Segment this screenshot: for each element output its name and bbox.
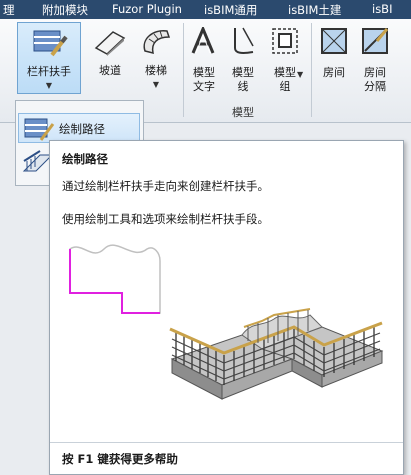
room-icon — [320, 27, 348, 58]
model-group-label-2: 组 — [279, 80, 291, 93]
model-text-button[interactable]: 模型 文字 — [186, 22, 222, 100]
room-separator-label-1: 房间 — [364, 66, 386, 79]
sketch-path-label: 绘制路径 — [59, 122, 105, 136]
tooltip-separator — [50, 442, 403, 443]
model-text-label-1: 模型 — [193, 66, 215, 79]
railing-3d-icon — [169, 308, 384, 400]
menu-item-isbim-general[interactable]: isBIM通用 — [204, 2, 257, 18]
model-group-icon — [271, 27, 299, 58]
railing-button[interactable]: 栏杆扶手 ▼ — [17, 22, 81, 94]
menu-item-truncated[interactable]: 理 — [3, 2, 15, 18]
tooltip-description: 通过绘制栏杆扶手走向来创建栏杆扶手。 — [62, 179, 269, 193]
stair-label: 楼梯 — [145, 64, 167, 77]
tooltip-title: 绘制路径 — [62, 152, 108, 166]
ribbon-divider — [183, 23, 184, 117]
model-line-label-1: 模型 — [232, 66, 254, 79]
menu-item-addins[interactable]: 附加模块 — [42, 2, 88, 18]
ramp-label: 坡道 — [99, 64, 121, 77]
panel-label-model: 模型 — [232, 106, 254, 119]
model-line-button[interactable]: 模型 线 — [224, 22, 262, 100]
ribbon-divider — [311, 23, 312, 117]
stair-button[interactable]: 楼梯 ▼ — [134, 22, 178, 94]
chevron-down-icon: ▼ — [45, 81, 53, 90]
chevron-down-icon: ▼ — [152, 80, 160, 89]
stair-icon — [139, 27, 173, 60]
ramp-button[interactable]: 坡道 — [88, 22, 132, 94]
room-separator-icon — [361, 27, 389, 58]
model-group-button[interactable]: 模型 ▼ 组 — [265, 22, 305, 100]
tooltip-detail: 使用绘制工具和选项来绘制栏杆扶手段。 — [62, 212, 269, 226]
menu-item-isbi-truncated[interactable]: isBI — [372, 2, 392, 16]
tooltip-help-hint: 按 F1 键获得更多帮助 — [62, 452, 178, 466]
menu-bar: 理 附加模块 Fuzor Plugin isBIM通用 isBIM土建 isBI — [0, 0, 411, 19]
railing-icon — [32, 27, 68, 60]
railing-illustration — [62, 231, 392, 439]
tooltip-sketch-path: 绘制路径 通过绘制栏杆扶手走向来创建栏杆扶手。 使用绘制工具和选项来绘制栏杆扶手… — [49, 140, 404, 475]
menu-item-fuzor-plugin[interactable]: Fuzor Plugin — [112, 2, 182, 16]
room-button[interactable]: 房间 — [316, 22, 352, 100]
room-separator-button[interactable]: 房间 分隔 — [356, 22, 394, 100]
room-label: 房间 — [323, 66, 345, 79]
room-separator-label-2: 分隔 — [364, 80, 386, 93]
model-line-label-2: 线 — [237, 80, 249, 93]
ramp-icon — [93, 28, 127, 59]
menu-item-sketch-path[interactable]: 绘制路径 — [18, 113, 140, 143]
model-text-label-2: 文字 — [193, 80, 215, 93]
model-text-icon — [189, 25, 219, 58]
menu-item-isbim-civil[interactable]: isBIM土建 — [288, 2, 341, 18]
model-line-icon — [229, 26, 257, 59]
railing-label: 栏杆扶手 — [27, 65, 71, 78]
